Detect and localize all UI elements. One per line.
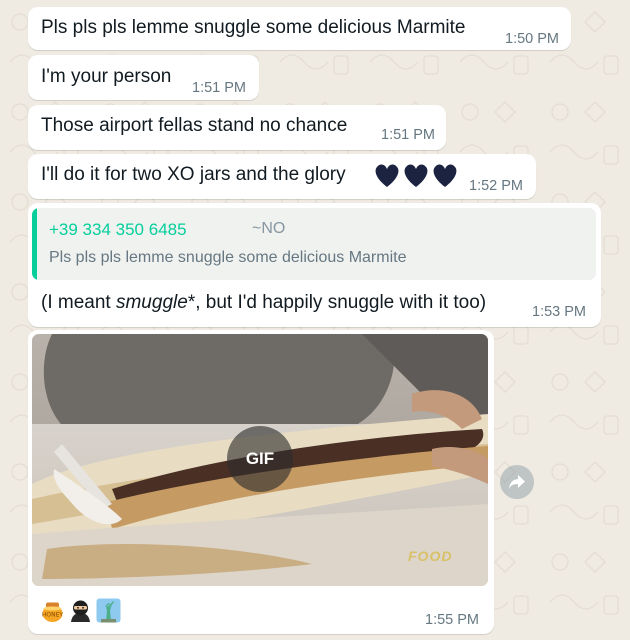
message-bubble[interactable]: I'll do it for two XO jars and the glory…: [28, 154, 536, 199]
forward-button[interactable]: [500, 465, 534, 499]
forward-icon: [509, 475, 525, 489]
black-hearts-emoji: [375, 164, 457, 187]
reply-text: (I meant smuggle*, but I'd happily snugg…: [41, 292, 487, 313]
message-text: Those airport fellas stand no chance: [41, 115, 348, 136]
message-text: I'll do it for two XO jars and the glory: [41, 164, 346, 185]
message-time: 1:52 PM: [469, 178, 523, 194]
message-time: 1:53 PM: [532, 304, 586, 320]
message-bubble[interactable]: Pls pls pls lemme snuggle some delicious…: [28, 7, 571, 50]
message-time: 1:51 PM: [192, 80, 246, 96]
quote-accent-bar: [32, 208, 37, 280]
gif-watermark: FOOD: [408, 548, 453, 564]
honey-pot-icon: HONEY: [42, 602, 64, 622]
message-bubble[interactable]: I'm your person 1:51 PM: [28, 55, 259, 100]
quoted-sender: +39 334 350 6485: [49, 220, 187, 239]
statue-of-liberty-icon: [96, 598, 121, 623]
message-time: 1:55 PM: [425, 612, 479, 628]
gif-badge[interactable]: GIF: [227, 426, 293, 492]
message-time: 1:50 PM: [505, 31, 559, 47]
message-bubble[interactable]: Those airport fellas stand no chance 1:5…: [28, 105, 446, 150]
message-text: I'm your person: [41, 66, 172, 87]
message-text: Pls pls pls lemme snuggle some delicious…: [41, 17, 466, 38]
reactions-row[interactable]: HONEY: [40, 598, 121, 624]
message-time: 1:51 PM: [381, 127, 435, 143]
ninja-icon: [71, 600, 90, 622]
gif-media[interactable]: GIF FOOD: [32, 334, 488, 586]
quoted-message[interactable]: +39 334 350 6485 ~NO Pls pls pls lemme s…: [32, 208, 596, 280]
quoted-text: Pls pls pls lemme snuggle some delicious…: [49, 249, 407, 266]
quoted-push-name: ~NO: [252, 220, 286, 237]
svg-text:HONEY: HONEY: [42, 612, 64, 619]
